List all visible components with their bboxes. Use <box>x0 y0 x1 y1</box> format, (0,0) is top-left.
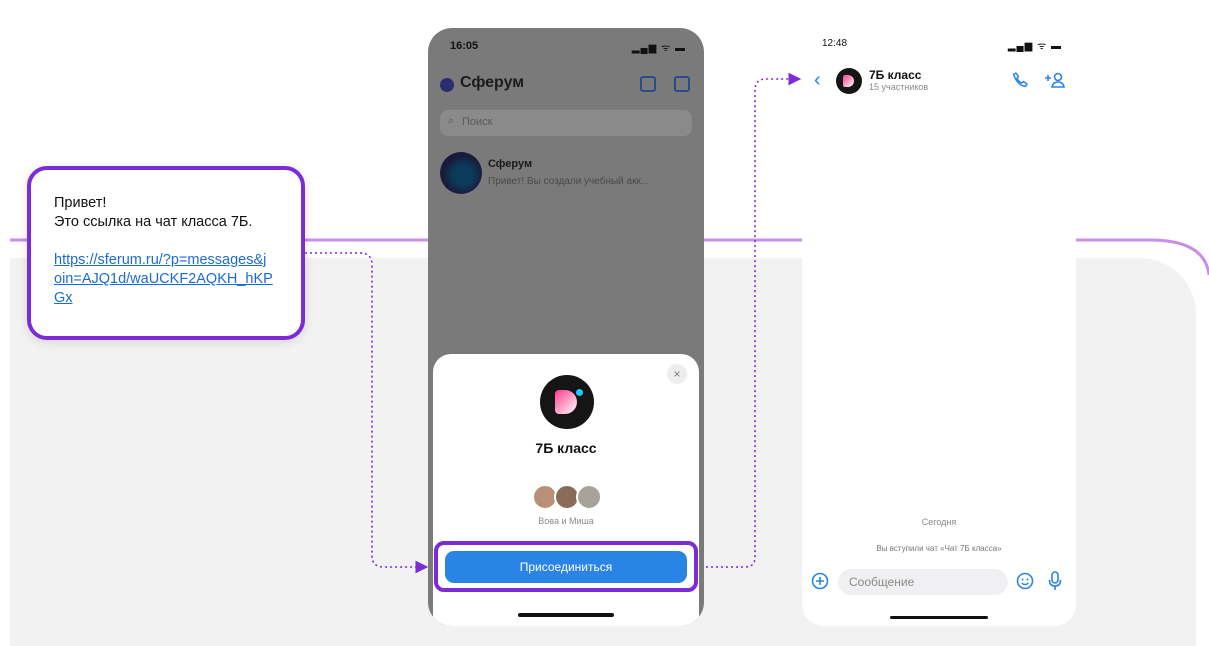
back-icon[interactable]: ‹ <box>814 69 821 92</box>
sferum-logo-icon <box>440 78 454 92</box>
phone-chat-view: 12:48 ▂▄▆ ᯤ ▬ ‹ 7Б класс 15 участников С… <box>802 28 1076 626</box>
message-text: Это ссылка на чат класса 7Б. <box>54 214 253 230</box>
message-greeting: Привет! <box>54 195 107 211</box>
phone-chat-list: 16:05 ▂▄▆ ᯤ ▬ Сферум ⌕ Поиск Сферум Прив… <box>428 28 704 626</box>
purple-band-right <box>1076 238 1209 276</box>
search-bar[interactable]: ⌕ Поиск <box>440 110 692 136</box>
chat-preview: Привет! Вы создали учебный акк... <box>488 176 650 187</box>
status-time: 12:48 <box>822 38 848 49</box>
home-indicator <box>890 616 988 619</box>
join-button[interactable]: Присоединиться <box>445 551 687 583</box>
status-icons: ▂▄▆ ᯤ ▬ <box>1007 41 1062 52</box>
date-divider: Сегодня <box>921 517 957 527</box>
home-indicator <box>518 613 614 617</box>
diagram-stage: Привет! Это ссылка на чат класса 7Б. htt… <box>0 0 1209 646</box>
invite-link[interactable]: https://sferum.ru/?p=messages&join=AJQ1d… <box>54 251 274 308</box>
participant-count: 15 участников <box>869 82 929 92</box>
chat-avatar[interactable] <box>440 152 482 194</box>
group-logo-dot-icon <box>576 389 583 396</box>
dotted-arrow-join-to-chat <box>706 72 802 568</box>
member-avatars <box>532 484 608 510</box>
group-title: 7Б класс <box>535 440 597 456</box>
status-icons: ▂▄▆ ᯤ ▬ <box>631 43 686 54</box>
add-member-icon[interactable] <box>1044 72 1066 88</box>
attach-plus-icon[interactable] <box>811 572 829 590</box>
member-avatar <box>576 484 602 510</box>
microphone-icon[interactable] <box>1048 571 1062 591</box>
app-title: Сферум <box>460 74 525 91</box>
phone-call-icon[interactable] <box>1012 72 1028 88</box>
search-icon: ⌕ <box>448 115 455 127</box>
chat-title[interactable]: 7Б класс <box>869 68 921 82</box>
status-time: 16:05 <box>450 40 479 52</box>
message-input[interactable] <box>838 569 1008 595</box>
join-sheet: × 7Б класс Вова и Миша Присоединиться <box>433 354 699 626</box>
archive-icon[interactable] <box>640 76 656 92</box>
group-logo-icon <box>555 390 577 414</box>
system-message: Вы вступили чат «Чат 7Б класса» <box>876 544 1002 553</box>
group-avatar <box>540 375 594 429</box>
member-names: Вова и Миша <box>538 516 594 526</box>
chat-avatar[interactable] <box>836 68 862 94</box>
compose-icon[interactable] <box>674 76 690 92</box>
close-icon[interactable]: × <box>667 364 687 384</box>
invite-message-card: Привет! Это ссылка на чат класса 7Б. htt… <box>27 166 305 340</box>
dotted-arrow-card-to-join <box>305 252 429 574</box>
chat-logo-icon <box>843 75 854 87</box>
emoji-icon[interactable] <box>1016 572 1034 590</box>
search-placeholder: Поиск <box>462 116 493 128</box>
chat-name[interactable]: Сферум <box>488 158 532 170</box>
